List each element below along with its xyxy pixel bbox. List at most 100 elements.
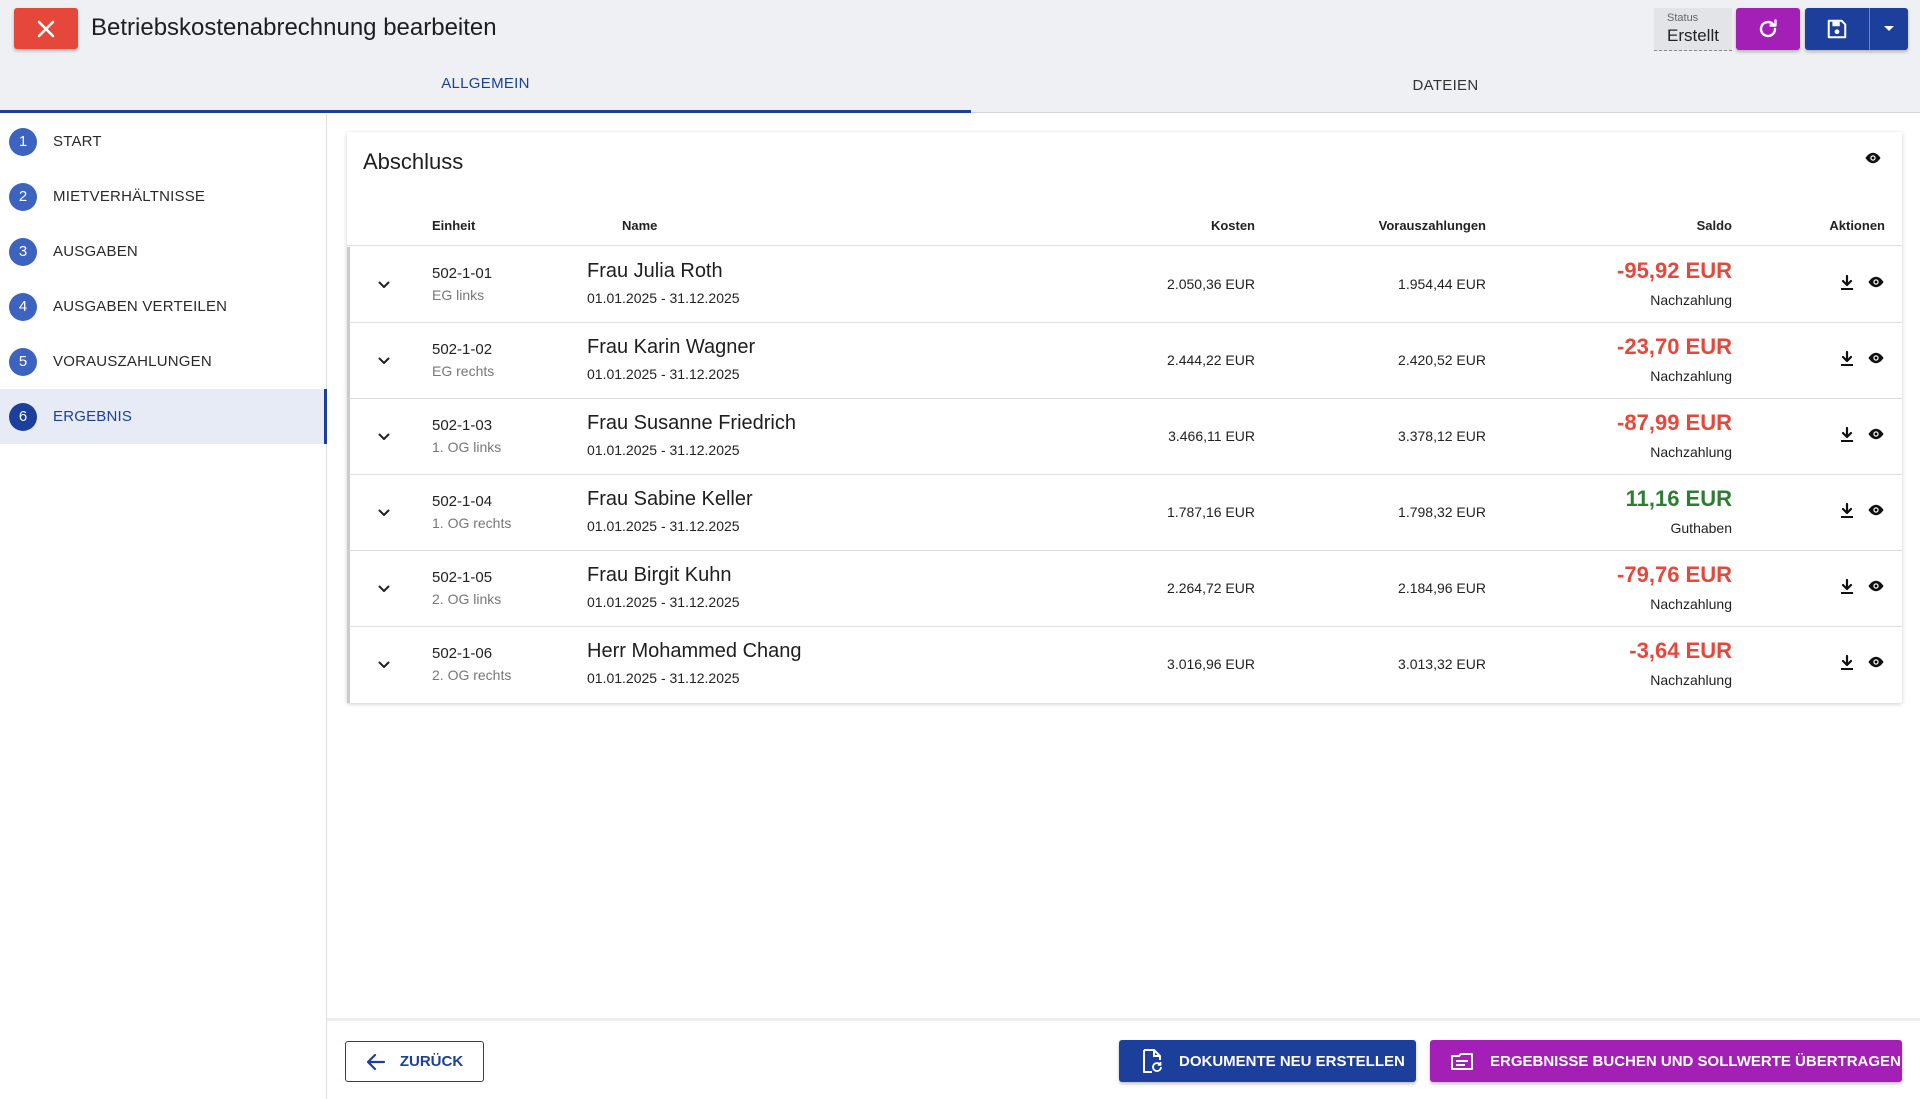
table-row: 502-1-06 2. OG rechts Herr Mohammed Chang 0… — [347, 627, 1902, 703]
preview-button[interactable] — [1867, 579, 1885, 598]
chevron-down-icon — [378, 352, 390, 370]
tenant-name: Frau Sabine Keller — [587, 488, 753, 510]
expand-row-button[interactable] — [374, 503, 394, 523]
chevron-down-icon — [378, 580, 390, 598]
ledger-icon — [1451, 1053, 1473, 1070]
download-icon — [1840, 578, 1854, 599]
table-row: 502-1-01 EG links Frau Julia Roth 01.01.202… — [347, 247, 1902, 323]
step-number: 3 — [9, 237, 37, 266]
tenant-name: Herr Mohammed Chang — [587, 640, 802, 662]
table-row: 502-1-03 1. OG links Frau Susanne Friedric… — [347, 399, 1902, 475]
tenant-name: Frau Susanne Friedrich — [587, 412, 796, 434]
download-icon — [1840, 274, 1854, 295]
prepayments-value: 1.954,44 EUR — [1398, 276, 1486, 292]
step-sidebar: 1 START 2 MIETVERHÄLTNISSE 3 AUSGABEN 4 … — [0, 114, 327, 1099]
refresh-button[interactable] — [1736, 8, 1800, 50]
step-label: VORAUSZAHLUNGEN — [53, 353, 212, 370]
back-button[interactable]: ZURÜCK — [345, 1041, 484, 1082]
billing-period: 01.01.2025 - 31.12.2025 — [587, 670, 740, 686]
unit-description: EG links — [432, 287, 485, 303]
download-button[interactable] — [1840, 578, 1854, 600]
balance-type: Nachzahlung — [1650, 368, 1732, 384]
download-icon — [1840, 502, 1854, 523]
step-mietverhaeltnisse[interactable]: 2 MIETVERHÄLTNISSE — [0, 169, 325, 224]
book-results-button[interactable]: ERGEBNISSE BUCHEN UND SOLLWERTE ÜBERTRAG… — [1430, 1040, 1902, 1082]
download-icon — [1840, 426, 1854, 447]
expand-row-button[interactable] — [374, 351, 394, 371]
step-vorauszahlungen[interactable]: 5 VORAUSZAHLUNGEN — [0, 334, 325, 389]
balance-value: -79,76 EUR — [1617, 562, 1732, 587]
preview-button[interactable] — [1867, 655, 1885, 674]
expand-row-button[interactable] — [374, 655, 394, 675]
status-select[interactable]: Status Erstellt — [1654, 8, 1732, 51]
preview-button[interactable] — [1867, 503, 1885, 522]
card-title: Abschluss — [363, 149, 464, 174]
costs-value: 2.264,72 EUR — [1167, 580, 1255, 596]
tenant-name: Frau Julia Roth — [587, 260, 723, 282]
eye-icon — [1865, 152, 1881, 164]
expand-row-button[interactable] — [374, 427, 394, 447]
unit-description: 2. OG rechts — [432, 667, 512, 683]
balance-type: Nachzahlung — [1650, 596, 1732, 612]
unit-description: 2. OG links — [432, 591, 502, 607]
col-name: Name — [622, 218, 658, 233]
unit-id: 502-1-05 — [432, 569, 493, 586]
prepayments-value: 2.420,52 EUR — [1398, 352, 1486, 368]
caret-down-icon — [1884, 26, 1894, 31]
prepayments-value: 2.184,96 EUR — [1398, 580, 1486, 596]
balance-type: Nachzahlung — [1650, 444, 1732, 460]
download-button[interactable] — [1840, 654, 1854, 676]
step-label: AUSGABEN — [53, 243, 138, 260]
table-header: Einheit Name Kosten Vorauszahlungen Sald… — [347, 208, 1902, 246]
step-ausgaben[interactable]: 3 AUSGABEN — [0, 224, 325, 279]
costs-value: 3.466,11 EUR — [1168, 428, 1255, 444]
balance-value: 11,16 EUR — [1625, 486, 1732, 511]
document-refresh-icon — [1143, 1049, 1162, 1073]
download-button[interactable] — [1840, 274, 1854, 296]
save-options-dropdown[interactable] — [1870, 8, 1908, 50]
table-body: 502-1-01 EG links Frau Julia Roth 01.01.202… — [347, 247, 1902, 703]
step-ausgaben-verteilen[interactable]: 4 AUSGABEN VERTEILEN — [0, 279, 325, 334]
unit-description: 1. OG links — [432, 439, 502, 455]
preview-all-button[interactable] — [1864, 151, 1882, 170]
preview-button[interactable] — [1867, 351, 1885, 370]
eye-icon — [1867, 580, 1885, 597]
costs-value: 1.787,16 EUR — [1167, 504, 1255, 520]
tab-bar: ALLGEMEIN DATEIEN — [0, 57, 1920, 113]
download-button[interactable] — [1840, 426, 1854, 448]
costs-value: 3.016,96 EUR — [1167, 656, 1255, 672]
step-number: 1 — [9, 127, 37, 156]
top-bar: Betriebskostenabrechnung bearbeiten Stat… — [0, 0, 1920, 57]
tab-dateien[interactable]: DATEIEN — [971, 57, 1920, 113]
expand-row-button[interactable] — [374, 579, 394, 599]
eye-icon — [1867, 276, 1885, 293]
costs-value: 2.050,36 EUR — [1167, 276, 1255, 292]
download-icon — [1840, 654, 1854, 675]
tab-allgemein[interactable]: ALLGEMEIN — [0, 57, 971, 113]
unit-description: 1. OG rechts — [432, 515, 512, 531]
eye-icon — [1867, 656, 1885, 673]
step-ergebnis[interactable]: 6 ERGEBNIS — [0, 389, 327, 444]
col-vorauszahlungen: Vorauszahlungen — [1378, 218, 1486, 233]
step-start[interactable]: 1 START — [0, 114, 325, 169]
expand-row-button[interactable] — [374, 275, 394, 295]
step-label: AUSGABEN VERTEILEN — [53, 298, 228, 315]
download-button[interactable] — [1840, 502, 1854, 524]
billing-period: 01.01.2025 - 31.12.2025 — [587, 442, 740, 458]
regenerate-documents-button[interactable]: DOKUMENTE NEU ERSTELLEN — [1119, 1040, 1416, 1082]
chevron-down-icon — [378, 656, 390, 674]
book-results-label: ERGEBNISSE BUCHEN UND SOLLWERTE ÜBERTRAG… — [1490, 1052, 1901, 1070]
col-kosten: Kosten — [1210, 218, 1255, 233]
download-button[interactable] — [1840, 350, 1854, 372]
preview-button[interactable] — [1867, 275, 1885, 294]
abschluss-card: Abschluss Einheit Name Kosten Vorauszahl… — [347, 132, 1902, 703]
preview-button[interactable] — [1867, 427, 1885, 446]
save-button[interactable] — [1805, 8, 1870, 50]
chevron-down-icon — [378, 504, 390, 522]
billing-period: 01.01.2025 - 31.12.2025 — [587, 290, 740, 306]
step-number: 5 — [9, 347, 37, 376]
prepayments-value: 3.378,12 EUR — [1398, 428, 1486, 444]
balance-type: Nachzahlung — [1650, 672, 1732, 688]
back-button-label: ZURÜCK — [399, 1053, 464, 1070]
close-button[interactable] — [14, 8, 78, 49]
